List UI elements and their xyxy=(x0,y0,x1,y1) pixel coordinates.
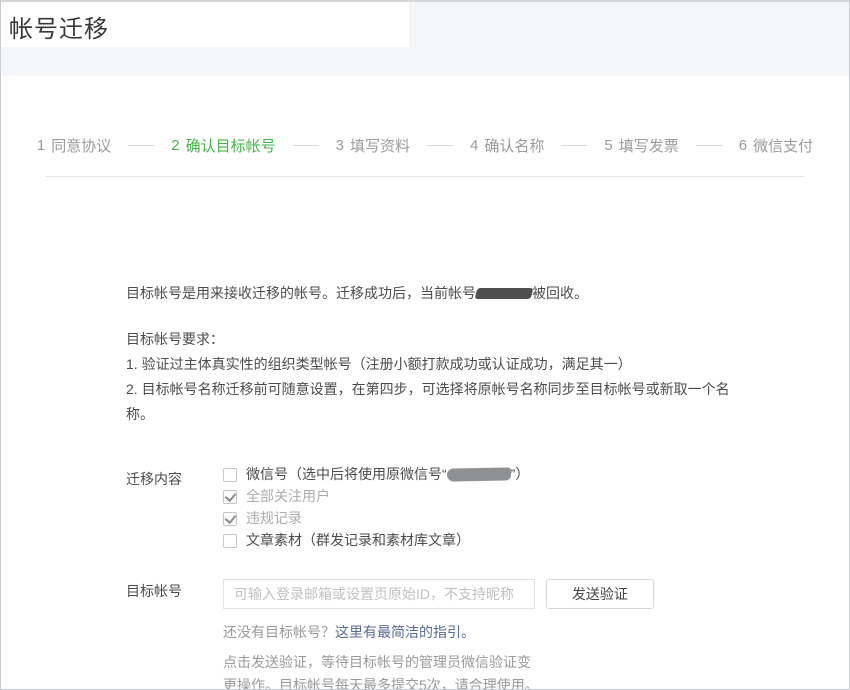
target-account-help: 还没有目标帐号？这里有最简洁的指引。 点击发送验证，等待目标帐号的管理员微信验证… xyxy=(223,621,541,690)
help-question-line: 还没有目标帐号？这里有最简洁的指引。 xyxy=(223,621,541,644)
wechat-id-checkbox[interactable] xyxy=(223,468,237,482)
account-migration-page: 帐号迁移 1 同意协议 2 确认目标帐号 3 填写资料 4 确认名称 5 填写发… xyxy=(0,0,850,690)
target-account-input[interactable] xyxy=(223,579,535,609)
step-label: 微信支付 xyxy=(753,135,813,156)
wechat-id-label-after: ”） xyxy=(511,466,530,482)
target-account-label: 目标帐号 xyxy=(126,579,223,601)
article-material-checkbox[interactable] xyxy=(223,534,237,548)
option-all-followers: 全部关注用户 xyxy=(223,489,529,504)
wechat-id-option-label: 微信号（选中后将使用原微信号“ ”） xyxy=(246,467,529,482)
step-number: 5 xyxy=(604,137,612,154)
requirement-item-1: 1. 验证过主体真实性的组织类型帐号（注册小额打款成功或认证成功，满足其一） xyxy=(126,352,744,377)
step-label: 确认名称 xyxy=(484,135,544,156)
intro-text-before: 目标帐号是用来接收迁移的帐号。迁移成功后，当前帐号 xyxy=(126,285,476,301)
guide-link[interactable]: 这里有最简洁的指引。 xyxy=(335,624,475,640)
step-confirm-target-account: 2 确认目标帐号 xyxy=(171,135,275,156)
step-number: 1 xyxy=(37,137,45,154)
requirement-item-2: 2. 目标帐号名称迁移前可随意设置，在第四步，可选择将原帐号名称同步至目标帐号或… xyxy=(126,377,744,427)
step-fill-info: 3 填写资料 xyxy=(336,135,410,156)
help-note: 点击发送验证，等待目标帐号的管理员微信验证变更操作。目标帐号每天最多提交5次，请… xyxy=(223,651,541,690)
step-agree-protocol: 1 同意协议 xyxy=(37,135,111,156)
step-confirm-name: 4 确认名称 xyxy=(470,135,544,156)
step-number: 6 xyxy=(739,137,747,154)
step-separator xyxy=(696,145,722,146)
step-separator xyxy=(561,145,587,146)
target-account-row: 目标帐号 发送验证 还没有目标帐号？这里有最简洁的指引。 点击发送验证，等待目标… xyxy=(126,579,849,690)
step-number: 4 xyxy=(470,137,478,154)
step-separator xyxy=(293,145,319,146)
help-question: 还没有目标帐号？ xyxy=(223,624,335,640)
step-wechat-pay: 6 微信支付 xyxy=(739,135,813,156)
wechat-id-label-before: 微信号（选中后将使用原微信号“ xyxy=(246,466,447,482)
migrate-content-label: 迁移内容 xyxy=(126,467,223,489)
page-title: 帐号迁移 xyxy=(9,9,109,44)
violation-records-label: 违规记录 xyxy=(246,511,302,526)
redacted-wechat-id-scribble xyxy=(447,467,511,481)
article-material-label: 文章素材（群发记录和素材库文章） xyxy=(246,533,470,548)
violation-records-checkbox xyxy=(223,512,237,526)
migrate-content-row: 迁移内容 微信号（选中后将使用原微信号“ ”） 全部关注用户 违规记录 xyxy=(126,467,849,548)
target-account-requirements: 目标帐号要求： 1. 验证过主体真实性的组织类型帐号（注册小额打款成功或认证成功… xyxy=(126,327,744,427)
step-separator xyxy=(427,145,453,146)
option-article-material: 文章素材（群发记录和素材库文章） xyxy=(223,533,529,548)
step-separator xyxy=(128,145,154,146)
wizard-step-bar: 1 同意协议 2 确认目标帐号 3 填写资料 4 确认名称 5 填写发票 6 微… xyxy=(1,135,849,156)
all-followers-label: 全部关注用户 xyxy=(246,489,330,504)
intro-text-after: 被回收。 xyxy=(532,285,588,301)
step-label: 填写发票 xyxy=(619,135,679,156)
intro-text: 目标帐号是用来接收迁移的帐号。迁移成功后，当前帐号 被回收。 xyxy=(126,283,849,303)
step-number: 2 xyxy=(171,137,179,154)
option-wechat-id: 微信号（选中后将使用原微信号“ ”） xyxy=(223,467,529,482)
redacted-current-account-scribble xyxy=(475,288,534,299)
send-verification-button[interactable]: 发送验证 xyxy=(546,579,654,609)
migrate-content-options: 微信号（选中后将使用原微信号“ ”） 全部关注用户 违规记录 文章素材（群发记录和… xyxy=(223,467,529,548)
requirements-heading: 目标帐号要求： xyxy=(126,327,744,352)
target-account-input-line: 发送验证 xyxy=(223,579,654,609)
main-content: 目标帐号是用来接收迁移的帐号。迁移成功后，当前帐号 被回收。 目标帐号要求： 1.… xyxy=(1,283,849,690)
page-header: 帐号迁移 xyxy=(1,2,849,76)
step-label: 填写资料 xyxy=(350,135,410,156)
step-fill-invoice: 5 填写发票 xyxy=(604,135,678,156)
step-number: 3 xyxy=(336,137,344,154)
step-bar-divider xyxy=(46,176,804,177)
all-followers-checkbox xyxy=(223,490,237,504)
step-label: 确认目标帐号 xyxy=(186,135,276,156)
option-violation-records: 违规记录 xyxy=(223,511,529,526)
step-label: 同意协议 xyxy=(51,135,111,156)
target-account-controls: 发送验证 还没有目标帐号？这里有最简洁的指引。 点击发送验证，等待目标帐号的管理… xyxy=(223,579,654,690)
